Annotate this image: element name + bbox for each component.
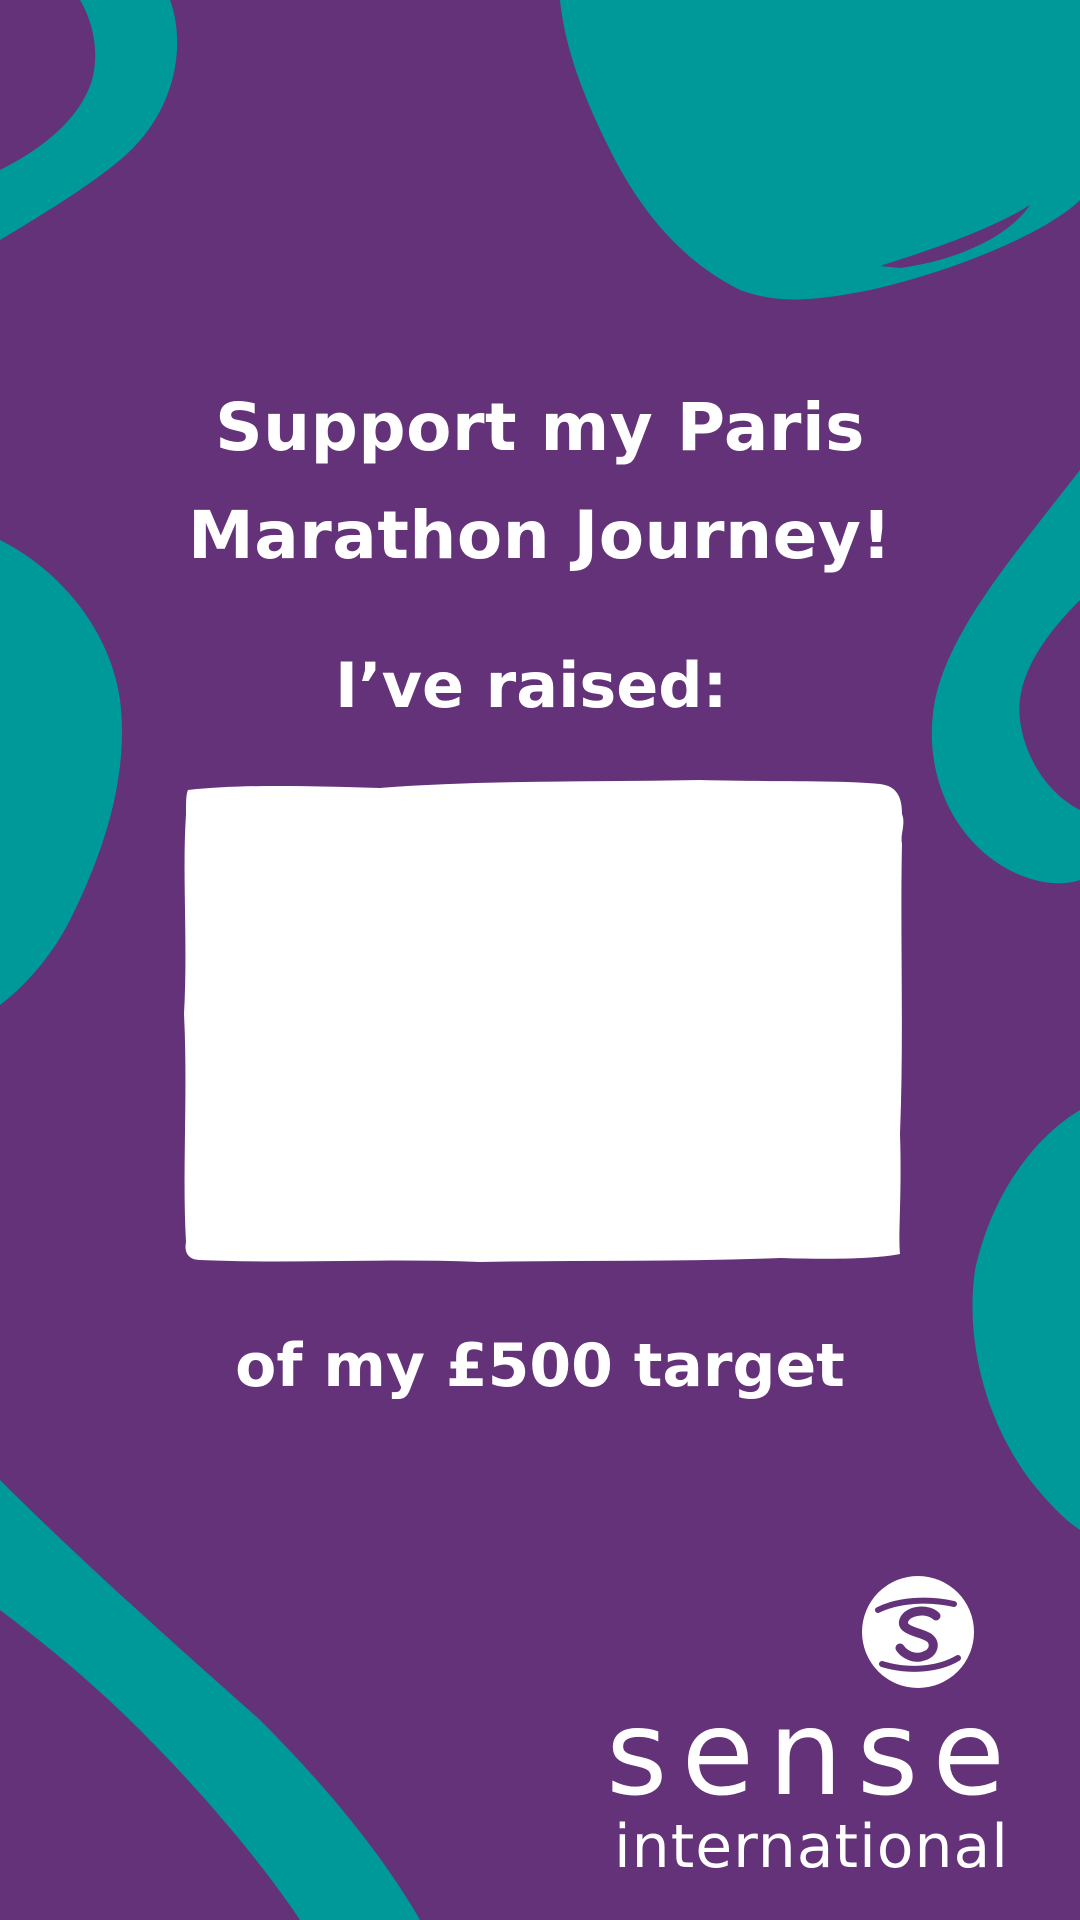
title-line-1: Support my Paris xyxy=(215,389,865,466)
logo-subtitle: international xyxy=(614,1812,1009,1882)
page-title: Support my Paris Marathon Journey! xyxy=(0,374,1080,590)
target-text: of my £500 target xyxy=(235,1331,845,1401)
logo-wordmark: sense xyxy=(606,1684,1019,1822)
raised-amount-box xyxy=(184,780,904,1262)
sense-international-logo: sense international xyxy=(600,1560,1060,1900)
title-line-2: Marathon Journey! xyxy=(188,497,892,574)
sense-hands-s-icon xyxy=(862,1576,974,1688)
raised-label: I’ve raised: xyxy=(335,649,728,722)
